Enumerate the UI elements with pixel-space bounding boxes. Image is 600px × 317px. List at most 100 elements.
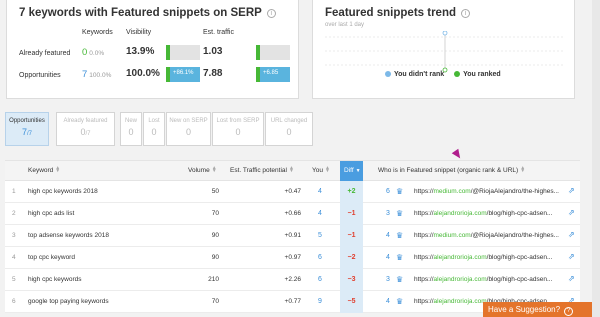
row-volume: 70	[211, 298, 219, 305]
already-featured-count[interactable]: 0 0.0%	[82, 47, 104, 58]
external-link-icon[interactable]: ⇗	[568, 208, 575, 217]
suggestion-label: Have a Suggestion?	[488, 305, 561, 314]
header-you-label: You	[312, 167, 323, 174]
row-diff: −5	[340, 291, 363, 313]
tab-lost-from-serp[interactable]: Lost from SERP 0	[212, 112, 264, 146]
row-volume: 90	[211, 254, 219, 261]
crown-icon: ♛	[396, 275, 404, 284]
trend-title: Featured snippets trend i	[325, 7, 471, 19]
mouse-cursor-icon	[451, 148, 464, 161]
row-diff: −1	[340, 225, 363, 247]
header-traffic-potential[interactable]: Est. Traffic potential ▲ ▼	[230, 166, 294, 175]
row-featured-url[interactable]: https://medium.com/@RiojaAlejandro/the-h…	[414, 232, 564, 239]
row-keyword[interactable]: top adsense keywords 2018	[28, 232, 109, 239]
summary-title-text: 7 keywords with Featured snippets on SER…	[19, 7, 262, 19]
opportunities-traffic-bar: +6.85	[256, 67, 290, 82]
opportunities-visibility: 100.0%	[126, 68, 160, 79]
featured-snippets-summary-panel: 7 keywords with Featured snippets on SER…	[6, 0, 299, 99]
tab-label: New	[124, 118, 137, 124]
row-path: /@RiojaAlejandro/the-highes...	[470, 232, 559, 239]
not-ranked-legend-label[interactable]: You didn't rank	[394, 71, 444, 78]
opportunities-count[interactable]: 7 100.0%	[82, 69, 111, 80]
row-you-rank[interactable]: 4	[318, 210, 322, 217]
row-traffic-potential: +2.26	[284, 276, 301, 283]
row-domain: medium.com	[433, 232, 471, 239]
tab-suffix: /7	[85, 131, 91, 137]
header-volume[interactable]: Volume ▲ ▼	[188, 166, 217, 175]
row-featured-url[interactable]: https://alejandrorioja.com/blog/high-cpc…	[414, 254, 564, 261]
tab-value: 0	[151, 127, 157, 137]
trend-title-text: Featured snippets trend	[325, 7, 456, 19]
external-link-icon[interactable]: ⇗	[568, 252, 575, 261]
row-traffic-potential: +0.91	[284, 232, 301, 239]
row-featured-rank: 3	[386, 276, 390, 283]
already-featured-visibility: 13.9%	[126, 46, 155, 57]
tab-new-on-serp[interactable]: New on SERP 0	[166, 112, 211, 146]
header-you[interactable]: You ▲ ▼	[312, 165, 330, 175]
table-row: 5 high cpc keywords 210 +2.26 6 −3 3 ♛ h…	[5, 269, 580, 291]
row-keyword[interactable]: high cpc keywords 2018	[28, 188, 98, 195]
have-a-suggestion-button[interactable]: Have a Suggestion??	[483, 302, 592, 317]
row-you-rank[interactable]: 6	[318, 276, 322, 283]
row-index: 5	[12, 276, 16, 283]
tab-opportunities[interactable]: Opportunities 7/7	[5, 112, 49, 146]
row-index: 6	[12, 298, 16, 305]
tab-suffix: /7	[27, 131, 33, 137]
page-scrollbar[interactable]	[592, 0, 600, 317]
row-you-rank[interactable]: 5	[318, 232, 322, 239]
ranked-legend-label[interactable]: You ranked	[463, 71, 501, 78]
featured-snippets-trend-panel: Featured snippets trend i over last 1 da…	[312, 0, 575, 99]
row-you-rank[interactable]: 9	[318, 298, 322, 305]
tab-label: URL changed	[270, 118, 308, 124]
info-icon[interactable]: i	[461, 9, 471, 18]
tab-already-featured[interactable]: Already featured 0/7	[56, 112, 115, 146]
opportunities-traffic: 7.88	[203, 68, 223, 79]
help-circle-icon: ?	[564, 307, 574, 316]
header-diff[interactable]: Diff ▼	[340, 161, 363, 182]
tab-lost[interactable]: Lost 0	[143, 112, 165, 146]
header-keyword[interactable]: Keyword ▲ ▼	[28, 166, 60, 175]
sort-icon: ▲ ▼	[324, 165, 330, 174]
opportunities-visibility-bar: +86.1%	[166, 67, 200, 82]
row-domain: alejandrorioja.com	[433, 298, 487, 305]
trend-point-top[interactable]	[442, 31, 448, 36]
row-volume: 50	[211, 188, 219, 195]
tab-value: 0	[235, 127, 241, 137]
opportunities-percent: 100.0%	[89, 72, 112, 79]
row-featured-rank: 4	[386, 254, 390, 261]
row-you-rank[interactable]: 4	[318, 188, 322, 195]
row-featured-url[interactable]: https://alejandrorioja.com/blog/high-cpc…	[414, 210, 564, 217]
row-domain: medium.com	[433, 188, 471, 195]
crown-icon: ♛	[396, 297, 404, 306]
tab-value: 0	[185, 127, 191, 137]
row-diff: +2	[340, 181, 363, 203]
row-path: /blog/high-cpc-adsen...	[486, 276, 553, 283]
col-header-traffic: Est. traffic	[203, 29, 234, 36]
header-volume-label: Volume	[188, 167, 210, 174]
tab-label: New on SERP	[169, 118, 208, 124]
row-keyword[interactable]: google top paying keywords	[28, 298, 109, 305]
header-traffic-label: Est. Traffic potential	[230, 167, 287, 174]
row-keyword[interactable]: high cpc keywords	[28, 276, 81, 283]
header-who-featured[interactable]: Who is in Featured snippet (organic rank…	[378, 166, 525, 175]
row-keyword[interactable]: high cpc ads list	[28, 210, 74, 217]
row-keyword[interactable]: top cpc keyword	[28, 254, 75, 261]
row-path: /@RiojaAlejandro/the-highes...	[470, 188, 559, 195]
summary-title: 7 keywords with Featured snippets on SER…	[19, 7, 276, 19]
row-featured-rank: 4	[386, 298, 390, 305]
row-featured-url[interactable]: https://medium.com/@RiojaAlejandro/the-h…	[414, 188, 564, 195]
external-link-icon[interactable]: ⇗	[568, 274, 575, 283]
header-who-label: Who is in Featured snippet (organic rank…	[378, 167, 519, 174]
external-link-icon[interactable]: ⇗	[568, 230, 575, 239]
tab-url-changed[interactable]: URL changed 0	[265, 112, 313, 146]
external-link-icon[interactable]: ⇗	[568, 186, 575, 195]
row-you-rank[interactable]: 6	[318, 254, 322, 261]
info-icon[interactable]: i	[266, 9, 276, 18]
row-featured-url[interactable]: https://alejandrorioja.com/blog/high-cpc…	[414, 276, 564, 283]
table-row: 4 top cpc keyword 90 +0.97 6 −2 4 ♛ http…	[5, 247, 580, 269]
opportunities-count-value: 7	[82, 69, 88, 80]
tab-new[interactable]: New 0	[120, 112, 142, 146]
keywords-table-header: Keyword ▲ ▼ Volume ▲ ▼ Est. Traffic potentia…	[5, 160, 580, 182]
crown-icon: ♛	[396, 187, 404, 196]
table-row: 3 top adsense keywords 2018 90 +0.91 5 −…	[5, 225, 580, 247]
